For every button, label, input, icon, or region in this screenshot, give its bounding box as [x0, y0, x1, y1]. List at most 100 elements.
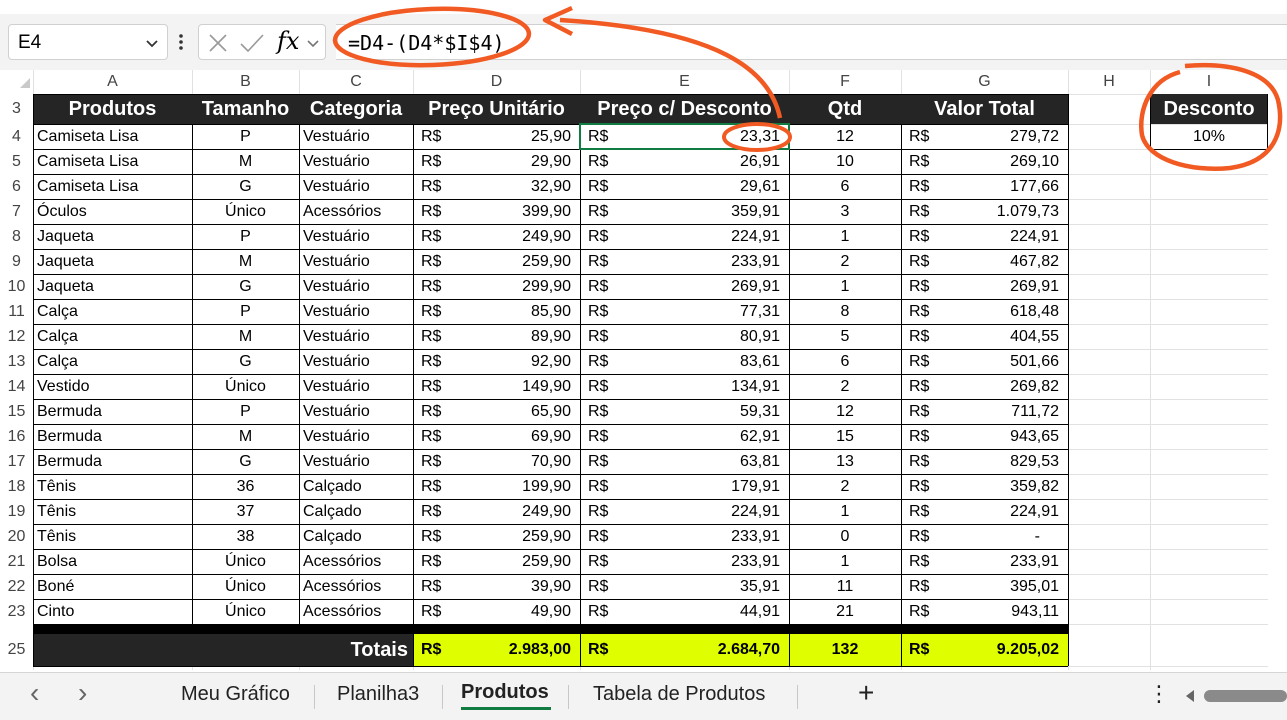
cell-produto[interactable]: Jaqueta [33, 224, 192, 249]
cell-preco-desconto[interactable]: 23,31 [580, 124, 789, 149]
cell-valor-total[interactable]: 177,66 [901, 174, 1068, 199]
column-header-c[interactable]: C [299, 70, 413, 94]
cell-qtd[interactable]: 1 [789, 499, 901, 524]
scroll-left-icon[interactable] [1184, 689, 1196, 703]
cell-categoria[interactable]: Acessórios [299, 549, 413, 574]
cell-categoria[interactable]: Vestuário [299, 224, 413, 249]
cell-categoria[interactable]: Vestuário [299, 149, 413, 174]
cell-valor-total[interactable]: 467,82 [901, 249, 1068, 274]
cell-valor-total[interactable]: 359,82 [901, 474, 1068, 499]
cell-categoria[interactable]: Vestuário [299, 399, 413, 424]
chevron-down-icon[interactable] [146, 38, 158, 50]
row-number[interactable]: 11 [0, 299, 33, 324]
cell-preco-desconto[interactable]: 63,81 [580, 449, 789, 474]
cell-produto[interactable]: Óculos [33, 199, 192, 224]
name-box[interactable]: E4 [8, 24, 168, 60]
cell-qtd[interactable]: 2 [789, 374, 901, 399]
cell-valor-total[interactable]: 711,72 [901, 399, 1068, 424]
tab-planilha3[interactable]: Planilha3 [337, 683, 419, 706]
cell-valor-total[interactable]: 618,48 [901, 299, 1068, 324]
cell-preco-unitario[interactable]: 69,90 [413, 424, 580, 449]
cell-preco-desconto[interactable]: 134,91 [580, 374, 789, 399]
row-number[interactable]: 5 [0, 149, 33, 174]
row-number[interactable]: 12 [0, 324, 33, 349]
cell-tamanho[interactable]: M [192, 249, 299, 274]
cell-qtd[interactable]: 21 [789, 599, 901, 624]
totals-preco-desconto[interactable]: 2.684,70 [624, 634, 789, 666]
horizontal-scrollbar[interactable] [1204, 690, 1287, 702]
insert-function-icon[interactable]: fx [277, 27, 299, 55]
cell-preco-unitario[interactable]: 149,90 [413, 374, 580, 399]
cell-categoria[interactable]: Calçado [299, 524, 413, 549]
cell-categoria[interactable]: Acessórios [299, 574, 413, 599]
cell-tamanho[interactable]: G [192, 174, 299, 199]
cell-preco-unitario[interactable]: 249,90 [413, 224, 580, 249]
column-header-i[interactable]: I [1150, 70, 1268, 94]
cell-produto[interactable]: Calça [33, 349, 192, 374]
cell-qtd[interactable]: 1 [789, 549, 901, 574]
cell-categoria[interactable]: Vestuário [299, 349, 413, 374]
cell-categoria[interactable]: Vestuário [299, 424, 413, 449]
totals-preco-unitario[interactable]: 2.983,00 [457, 634, 580, 666]
cell-preco-unitario[interactable]: 70,90 [413, 449, 580, 474]
cell-produto[interactable]: Camiseta Lisa [33, 149, 192, 174]
table-header-cell[interactable]: Valor Total [901, 94, 1068, 124]
cell-categoria[interactable]: Vestuário [299, 449, 413, 474]
row-number[interactable]: 20 [0, 524, 33, 549]
vertical-scroll-area[interactable] [1268, 70, 1287, 670]
row-number[interactable]: 19 [0, 499, 33, 524]
cell-produto[interactable]: Cinto [33, 599, 192, 624]
cell-preco-unitario[interactable]: 32,90 [413, 174, 580, 199]
cell-preco-unitario[interactable]: 39,90 [413, 574, 580, 599]
cell-categoria[interactable]: Vestuário [299, 324, 413, 349]
row-number[interactable]: 13 [0, 349, 33, 374]
row-number[interactable]: 23 [0, 599, 33, 624]
cell-preco-desconto[interactable]: 224,91 [580, 499, 789, 524]
cell-tamanho[interactable]: G [192, 449, 299, 474]
cell-produto[interactable]: Bolsa [33, 549, 192, 574]
tab-meu-grafico[interactable]: Meu Gráfico [181, 683, 290, 706]
column-header-b[interactable]: B [192, 70, 299, 94]
column-header-d[interactable]: D [413, 70, 580, 94]
cell-produto[interactable]: Tênis [33, 499, 192, 524]
cell-qtd[interactable]: 1 [789, 224, 901, 249]
row-number[interactable]: 9 [0, 249, 33, 274]
tab-produtos[interactable]: Produtos [461, 681, 549, 704]
row-number[interactable]: 4 [0, 124, 33, 149]
cell-preco-desconto[interactable]: 80,91 [580, 324, 789, 349]
cell-tamanho[interactable]: P [192, 299, 299, 324]
cell-tamanho[interactable]: M [192, 324, 299, 349]
row-number[interactable]: 22 [0, 574, 33, 599]
cell-produto[interactable]: Bermuda [33, 424, 192, 449]
cell-produto[interactable]: Camiseta Lisa [33, 124, 192, 149]
cell-valor-total[interactable]: 233,91 [901, 549, 1068, 574]
cell-qtd[interactable]: 6 [789, 349, 901, 374]
column-header-f[interactable]: F [789, 70, 901, 94]
cell-preco-unitario[interactable]: 29,90 [413, 149, 580, 174]
table-header-cell[interactable]: Categoria [299, 94, 413, 124]
add-sheet-button[interactable]: + [858, 677, 874, 709]
cell-categoria[interactable]: Vestuário [299, 274, 413, 299]
cell-preco-desconto[interactable]: 179,91 [580, 474, 789, 499]
cell-valor-total[interactable]: - [901, 524, 1068, 549]
cell-valor-total[interactable]: 269,91 [901, 274, 1068, 299]
more-options-icon[interactable]: ⋮ [1148, 681, 1170, 707]
row-number[interactable]: 8 [0, 224, 33, 249]
table-header-cell[interactable]: Produtos [33, 94, 192, 124]
cell-preco-unitario[interactable]: 85,90 [413, 299, 580, 324]
table-header-cell[interactable]: Preço c/ Desconto [580, 94, 789, 124]
cell-tamanho[interactable]: Único [192, 574, 299, 599]
row-number[interactable]: 18 [0, 474, 33, 499]
formula-input[interactable]: =D4-(D4*$I$4) [336, 24, 1287, 60]
cell-tamanho[interactable]: G [192, 274, 299, 299]
cell-qtd[interactable]: 3 [789, 199, 901, 224]
row-number[interactable]: 16 [0, 424, 33, 449]
cell-preco-desconto[interactable]: 233,91 [580, 549, 789, 574]
confirm-icon[interactable] [239, 32, 265, 54]
cell-tamanho[interactable]: P [192, 399, 299, 424]
row-number[interactable]: 6 [0, 174, 33, 199]
cell-preco-desconto[interactable]: 62,91 [580, 424, 789, 449]
cell-categoria[interactable]: Vestuário [299, 374, 413, 399]
chevron-down-icon[interactable] [307, 38, 319, 50]
cell-valor-total[interactable]: 395,01 [901, 574, 1068, 599]
